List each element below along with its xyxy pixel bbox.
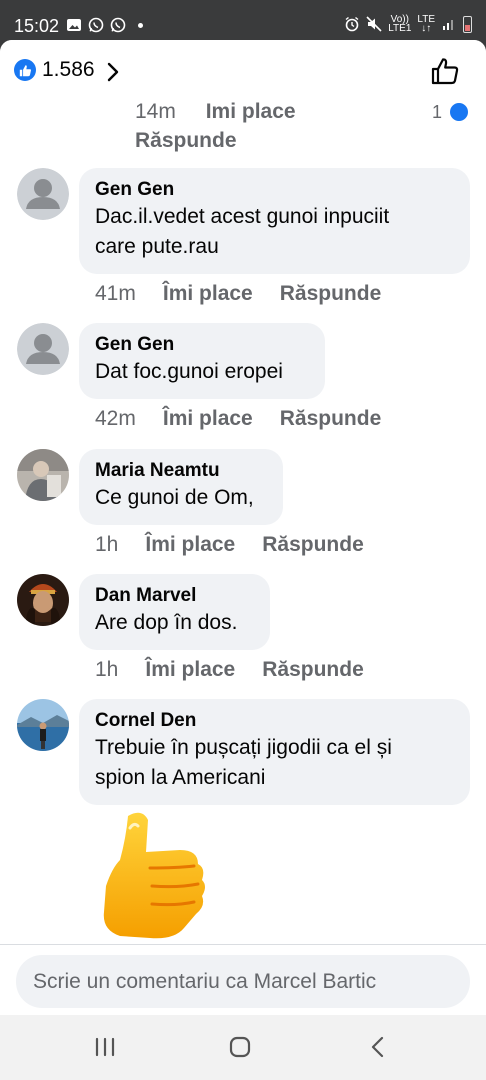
comment-bubble[interactable]: Maria Neamtu Ce gunoi de Om, [79,449,283,525]
like-link[interactable]: Îmi place [145,658,235,682]
comment-actions: 1h Îmi place Răspunde [95,658,364,682]
reply-link[interactable]: Răspunde [135,129,237,153]
comment-text: Dac.il.vedet acest gunoi inpuciit care p… [95,205,390,258]
comment-actions: 41m Îmi place Răspunde [95,282,381,306]
reply-link[interactable]: Răspunde [262,658,364,682]
like-link[interactable]: Îmi place [163,282,253,306]
like-link[interactable]: Îmi place [145,533,235,557]
volte-indicator: Vo)) LTE1 [388,14,412,34]
reply-link[interactable]: Răspunde [280,407,382,431]
status-bar: 15:02 Vo)) LTE1 LTE ↓↑ [0,0,486,40]
battery-icon [463,15,472,33]
comment-author[interactable]: Maria Neamtu [95,459,267,483]
comment-time: 1h [95,658,119,681]
comment-actions: 42m Îmi place Răspunde [95,407,381,431]
comment-author[interactable]: Gen Gen [95,333,309,357]
comment-text: Are dop în dos. [95,611,238,634]
comment-actions: 1h Îmi place Răspunde [95,533,364,557]
mute-icon [366,16,382,32]
like-badge-icon[interactable] [14,59,36,81]
comment-time: 14m [135,100,176,123]
reply-link[interactable]: Răspunde [262,533,364,557]
comment-author[interactable]: Gen Gen [95,178,454,202]
thumbs-up-outline-icon[interactable] [430,56,460,86]
home-icon[interactable] [228,1035,252,1059]
comment-text: Trebuie în pușcați jigodii ca el și spio… [95,736,392,789]
comment-composer [0,944,486,1015]
status-time: 15:02 [14,16,60,36]
back-icon[interactable] [366,1035,390,1059]
comment-bubble[interactable]: Dan Marvel Are dop în dos. [79,574,270,650]
comment-reactions[interactable]: 1 [432,101,470,123]
system-nav-bar [0,1015,486,1080]
avatar[interactable] [17,323,69,375]
thumbs-up-sticker[interactable] [98,808,210,944]
signal-icon [443,20,453,30]
comment-time: 42m [95,407,136,430]
comment-text: Ce gunoi de Om, [95,486,254,509]
reaction-count: 1 [431,101,442,122]
comment-time: 1h [95,533,119,556]
notification-icons [66,17,143,33]
comment-bubble[interactable]: Gen Gen Dat foc.gunoi eropei [79,323,325,399]
avatar[interactable] [17,699,69,751]
reaction-count[interactable]: 1.586 [42,58,95,82]
gallery-icon [67,19,81,31]
comment-input[interactable] [16,955,470,1008]
chevron-right-icon[interactable] [107,62,119,82]
comments-header: 1.586 [0,40,486,102]
comment-author[interactable]: Dan Marvel [95,584,254,608]
comment-author[interactable]: Cornel Den [95,709,454,733]
like-link[interactable]: Îmi place [206,100,296,123]
comment-text: Dat foc.gunoi eropei [95,360,283,383]
whatsapp-icon [88,17,104,33]
whatsapp-icon [110,17,126,33]
reply-link[interactable]: Răspunde [280,282,382,306]
like-link[interactable]: Îmi place [163,407,253,431]
lte-indicator: LTE ↓↑ [417,14,435,34]
more-notifications-dot [138,22,143,28]
like-reaction-icon [448,101,470,123]
system-icons: Vo)) LTE1 LTE ↓↑ [344,14,472,34]
alarm-icon [345,16,359,32]
comment-bubble[interactable]: Gen Gen Dac.il.vedet acest gunoi inpucii… [79,168,470,274]
partial-comment-actions: 14m Îmi place [135,100,296,124]
avatar[interactable] [17,449,69,501]
comment-time: 41m [95,282,136,305]
comment-bubble[interactable]: Cornel Den Trebuie în pușcați jigodii ca… [79,699,470,805]
avatar[interactable] [17,574,69,626]
avatar[interactable] [17,168,69,220]
comments-sheet: 1.586 14m Îmi place Răspunde 1 Gen Gen D… [0,40,486,1015]
recent-apps-icon[interactable] [93,1035,117,1059]
